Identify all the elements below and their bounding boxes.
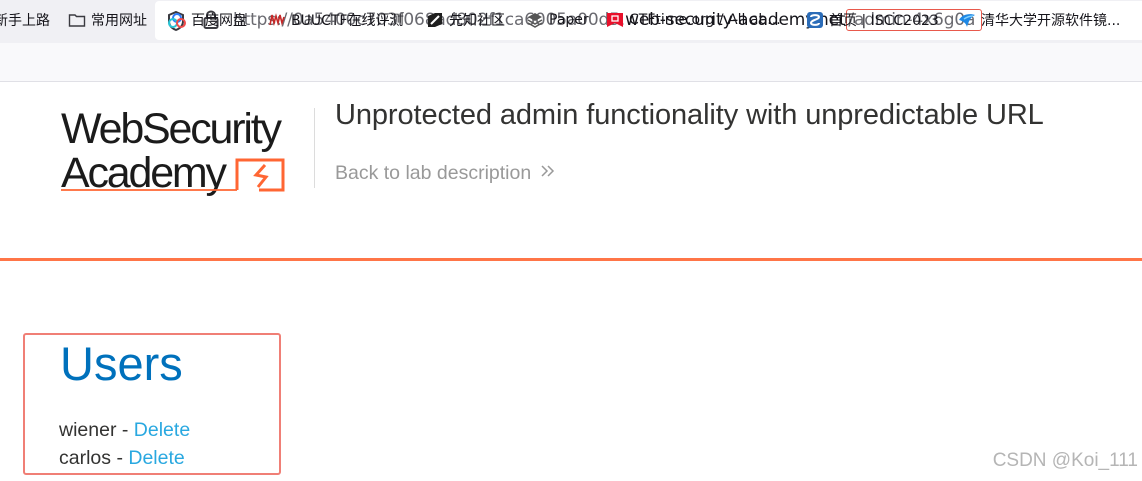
iscc-icon (806, 11, 824, 29)
double-chevron-right-icon (540, 162, 556, 185)
bookmark-先知社区[interactable]: 先知社区 (426, 10, 505, 30)
bookmark-label: 百度网盘 (191, 13, 247, 29)
bookmark-label: 先知社区 (449, 13, 505, 29)
tuna-icon (958, 11, 976, 29)
header-separator (0, 258, 1142, 261)
bookmark-label: 清华大学开源软件镜... (981, 13, 1121, 29)
back-to-lab-description-link[interactable]: Back to lab description (335, 162, 556, 185)
separator: - (111, 447, 129, 469)
bookmark-label: Paper (549, 12, 589, 28)
user-row: carlos - Delete (59, 447, 185, 470)
header-divider (314, 108, 315, 188)
users-heading: Users (60, 337, 183, 390)
bookmark-label: CTFtime.org / All ab... (629, 12, 781, 28)
user-row: wiener - Delete (59, 419, 190, 442)
bookmark-常用网址[interactable]: 常用网址 (68, 10, 147, 30)
xianzhi-icon (426, 11, 444, 29)
ctftime-icon (606, 11, 624, 29)
bookmark-paper[interactable]: Paper (526, 10, 589, 30)
bookmark-ctftime[interactable]: CTFtime.org / All ab... (606, 10, 781, 30)
buuctf-icon (268, 11, 286, 29)
delete-user-link[interactable]: Delete (134, 419, 190, 441)
folder-icon (68, 11, 86, 29)
separator: - (116, 419, 134, 441)
username: wiener (59, 419, 117, 441)
username: carlos (59, 447, 112, 469)
bookmark-新手上路[interactable]: 新手上路 (0, 10, 50, 30)
back-link-label: Back to lab description (335, 162, 532, 184)
logo-emblem-icon (61, 158, 285, 192)
bookmark-buuctf[interactable]: BUUCTF在线评测 (268, 10, 403, 30)
baidu-pan-icon (168, 11, 186, 29)
bookmarks-bar (0, 43, 1142, 82)
lab-title: Unprotected admin functionality with unp… (335, 99, 1044, 131)
paper-icon (526, 11, 544, 29)
bookmark-label: BUUCTF在线评测 (291, 13, 404, 29)
logo-text-line1: WebSecurity (61, 105, 282, 153)
bookmark-tuna[interactable]: 清华大学开源软件镜... (958, 10, 1120, 30)
bookmark-label: 首页 | ISCC2023 (829, 13, 939, 29)
watermark: CSDN @Koi_111 (992, 450, 1138, 471)
bookmark-iscc2023[interactable]: 首页 | ISCC2023 (806, 10, 939, 30)
bookmark-label: 新手上路 (0, 13, 50, 29)
delete-user-link[interactable]: Delete (128, 447, 184, 469)
bookmark-label: 常用网址 (91, 13, 147, 29)
bookmark-百度网盘[interactable]: 百度网盘 (168, 10, 247, 30)
